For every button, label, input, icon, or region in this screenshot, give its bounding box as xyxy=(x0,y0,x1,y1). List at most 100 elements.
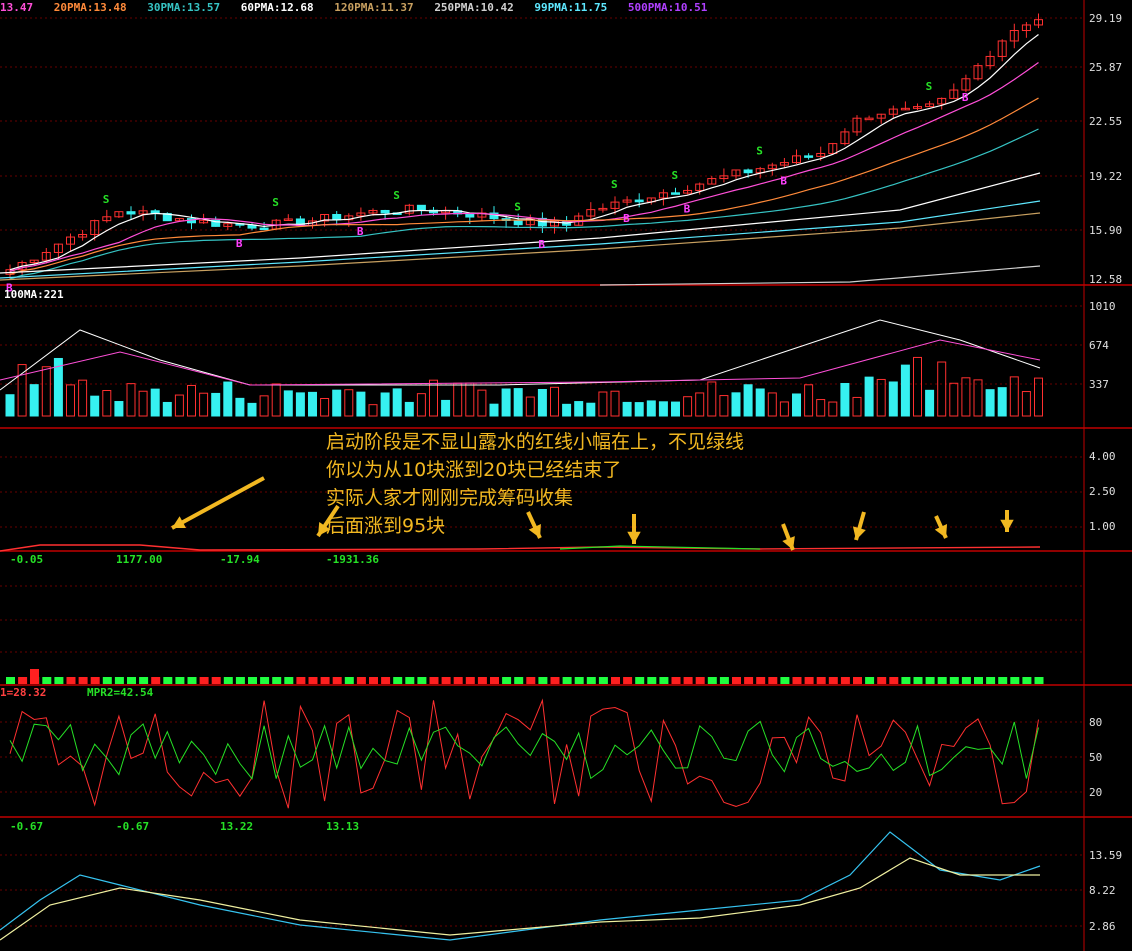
candle-body xyxy=(416,204,426,211)
signal-bar xyxy=(695,677,705,684)
volume-bar xyxy=(937,361,947,417)
volume-bar xyxy=(537,388,547,417)
volume-bar xyxy=(622,401,632,417)
volume-bar xyxy=(320,397,330,417)
signal-bar xyxy=(974,677,983,684)
price-axis-label: 12.58 xyxy=(1089,273,1123,286)
signal-bar xyxy=(66,677,76,684)
volume-bar xyxy=(767,392,777,417)
volume-bar xyxy=(731,392,741,417)
signal-bar xyxy=(54,677,64,684)
volume-bar xyxy=(562,403,572,417)
volume-bar xyxy=(223,381,233,417)
bottom-line xyxy=(0,857,1040,941)
volume-bar xyxy=(114,401,124,417)
signal-bar xyxy=(1022,677,1032,684)
signal-bar xyxy=(780,677,790,684)
signal-bar xyxy=(139,677,149,684)
legend-item: MPR2=42.54 xyxy=(86,686,154,699)
signal-bar xyxy=(707,677,717,684)
wr-legend: 1=28.32 MPR2=42.54 xyxy=(0,686,167,699)
volume-axis-label: 1010 xyxy=(1089,300,1116,313)
signal-bar xyxy=(211,677,221,684)
volume-bar xyxy=(973,379,983,417)
volume-bar xyxy=(961,377,971,417)
volume-bar xyxy=(283,390,293,417)
ma-line xyxy=(9,97,1039,275)
signal-bar xyxy=(6,677,15,684)
signal-bar xyxy=(490,677,499,684)
signal-bar xyxy=(332,677,342,684)
signal-bar xyxy=(453,677,463,684)
bottom-value: -0.67 xyxy=(116,820,150,833)
volume-bar xyxy=(453,382,463,417)
signal-bar xyxy=(429,677,439,684)
volume-bar xyxy=(646,400,656,417)
signal-bar xyxy=(635,677,645,684)
bottom-line xyxy=(0,831,1041,941)
sell-signal: S xyxy=(611,178,618,191)
signal-bar xyxy=(853,677,862,684)
volume-bar xyxy=(90,395,100,417)
candle-body xyxy=(126,211,136,215)
candle-body xyxy=(332,213,342,221)
volume-axis-label: 674 xyxy=(1089,339,1109,352)
signal-bar xyxy=(611,677,620,684)
ma-line xyxy=(9,34,1039,271)
volume-bar xyxy=(271,383,281,417)
buy-signal: B xyxy=(962,91,969,104)
volume-bar xyxy=(779,401,789,417)
volume-bar xyxy=(295,392,305,417)
volume-bar xyxy=(380,392,390,417)
signal-bar xyxy=(925,677,935,684)
signal-bar xyxy=(986,677,996,684)
signal-bar xyxy=(18,677,28,684)
candle-body xyxy=(671,192,680,195)
candle-body xyxy=(380,209,390,214)
signal-bar xyxy=(816,677,826,684)
volume-bar xyxy=(719,395,729,417)
indicator-value: -1931.36 xyxy=(326,553,379,566)
volume-bar xyxy=(489,403,499,417)
price-axis-label: 29.19 xyxy=(1089,12,1123,25)
indicator-axis-label: 2.50 xyxy=(1089,485,1116,498)
volume-bar xyxy=(888,381,898,417)
volume-legend: 100MA:221 xyxy=(4,288,64,301)
annotation-line: 实际人家才刚刚完成筹码收集 xyxy=(326,487,574,509)
candle-body xyxy=(743,169,753,174)
signal-bar xyxy=(1010,677,1020,684)
signal-bar xyxy=(865,677,875,684)
volume-bar xyxy=(441,399,451,417)
signal-bar xyxy=(441,677,451,684)
signal-bar xyxy=(102,677,112,684)
price-axis-label: 15.90 xyxy=(1089,224,1123,237)
signal-bar xyxy=(961,677,971,684)
volume-bar xyxy=(658,401,668,417)
signal-bar xyxy=(90,677,100,684)
indicator-axis-label: 1.00 xyxy=(1089,520,1116,533)
volume-bar xyxy=(344,389,354,417)
volume-bar xyxy=(816,399,826,417)
volume-bar xyxy=(985,389,995,417)
volume-bar xyxy=(804,384,814,417)
volume-bar xyxy=(876,378,886,417)
signal-bar xyxy=(877,677,887,684)
sell-signal: S xyxy=(514,201,521,214)
signal-bar xyxy=(538,677,548,684)
signal-bar xyxy=(937,677,947,684)
volume-bar xyxy=(174,394,184,417)
signal-bar xyxy=(840,677,850,684)
volume-bar xyxy=(997,387,1007,417)
volume-bar xyxy=(477,389,487,417)
signal-bar xyxy=(804,677,814,684)
volume-ma xyxy=(0,339,1041,386)
volume-bar xyxy=(308,391,317,417)
signal-bar xyxy=(647,677,657,684)
signal-bar xyxy=(683,677,693,684)
signal-bar xyxy=(381,677,391,684)
volume-bar xyxy=(550,386,559,417)
bottom-axis-label: 13.59 xyxy=(1089,849,1123,862)
annotation-text: 启动阶段是不显山露水的红线小幅在上，不见绿线 你以为从10块涨到20块已经结束了实… xyxy=(326,428,744,540)
buy-signal: B xyxy=(357,225,364,238)
signal-bar xyxy=(756,677,766,684)
